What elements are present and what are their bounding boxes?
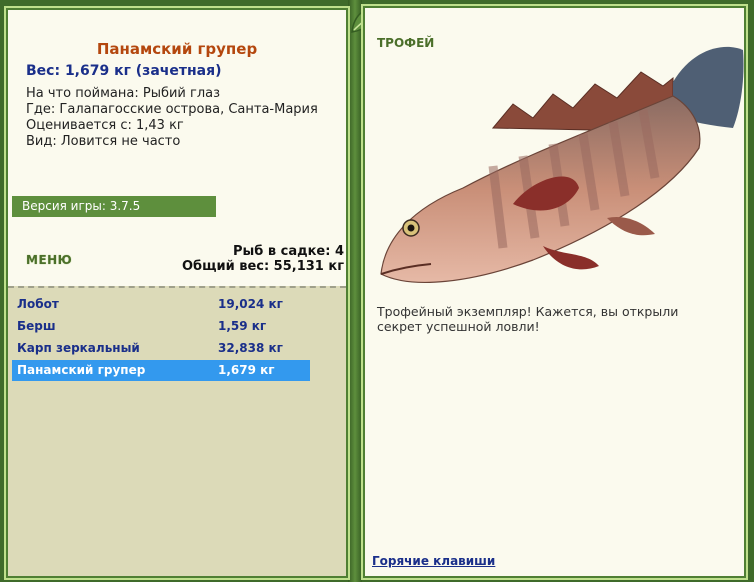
value-info: Оценивается с: 1,43 кг — [26, 118, 184, 133]
fish-info-panel: Панамский групер Вес: 1,679 кг (зачетная… — [4, 6, 350, 580]
hotkeys-link[interactable]: Горячие клавиши — [372, 554, 495, 568]
trophy-panel: ТРОФЕЙ Трофейный экземпляр! Кажется, вы … — [361, 4, 748, 580]
rarity-info: Вид: Ловится не часто — [26, 134, 181, 149]
menu-button[interactable]: МЕНЮ — [26, 253, 72, 267]
version-bar: Версия игры: 3.7.5 — [12, 196, 216, 217]
vine-divider — [348, 0, 362, 582]
fish-weight: Вес: 1,679 кг (зачетная) — [26, 63, 222, 79]
list-item[interactable]: Карп зеркальный 32,838 кг — [12, 338, 310, 359]
catch-name: Карп зеркальный — [17, 341, 140, 355]
grouper-fish-image — [380, 46, 744, 283]
list-item[interactable]: Лобот 19,024 кг — [12, 294, 310, 315]
trophy-label: ТРОФЕЙ — [377, 36, 435, 50]
bait-info: На что поймана: Рыбий глаз — [26, 86, 221, 101]
catch-name: Панамский групер — [17, 363, 146, 377]
cage-count: Рыб в садке: 4 — [232, 244, 344, 259]
location-info: Где: Галапагосские острова, Санта-Мария — [26, 102, 318, 117]
catch-name: Берш — [17, 319, 56, 333]
catch-weight: 19,024 кг — [218, 297, 283, 311]
fish-title: Панамский групер — [96, 40, 258, 58]
list-item-selected[interactable]: Панамский групер 1,679 кг — [12, 360, 310, 381]
catch-name: Лобот — [17, 297, 59, 311]
cage-total-weight: Общий вес: 55,131 кг — [181, 259, 344, 274]
list-item[interactable]: Берш 1,59 кг — [12, 316, 310, 337]
catch-list: Лобот 19,024 кг Берш 1,59 кг Карп зеркал… — [8, 286, 346, 576]
catch-weight: 1,679 кг — [218, 363, 275, 377]
catch-weight: 32,838 кг — [218, 341, 283, 355]
trophy-description: Трофейный экземпляр! Кажется, вы открыли… — [377, 304, 679, 334]
catch-weight: 1,59 кг — [218, 319, 267, 333]
